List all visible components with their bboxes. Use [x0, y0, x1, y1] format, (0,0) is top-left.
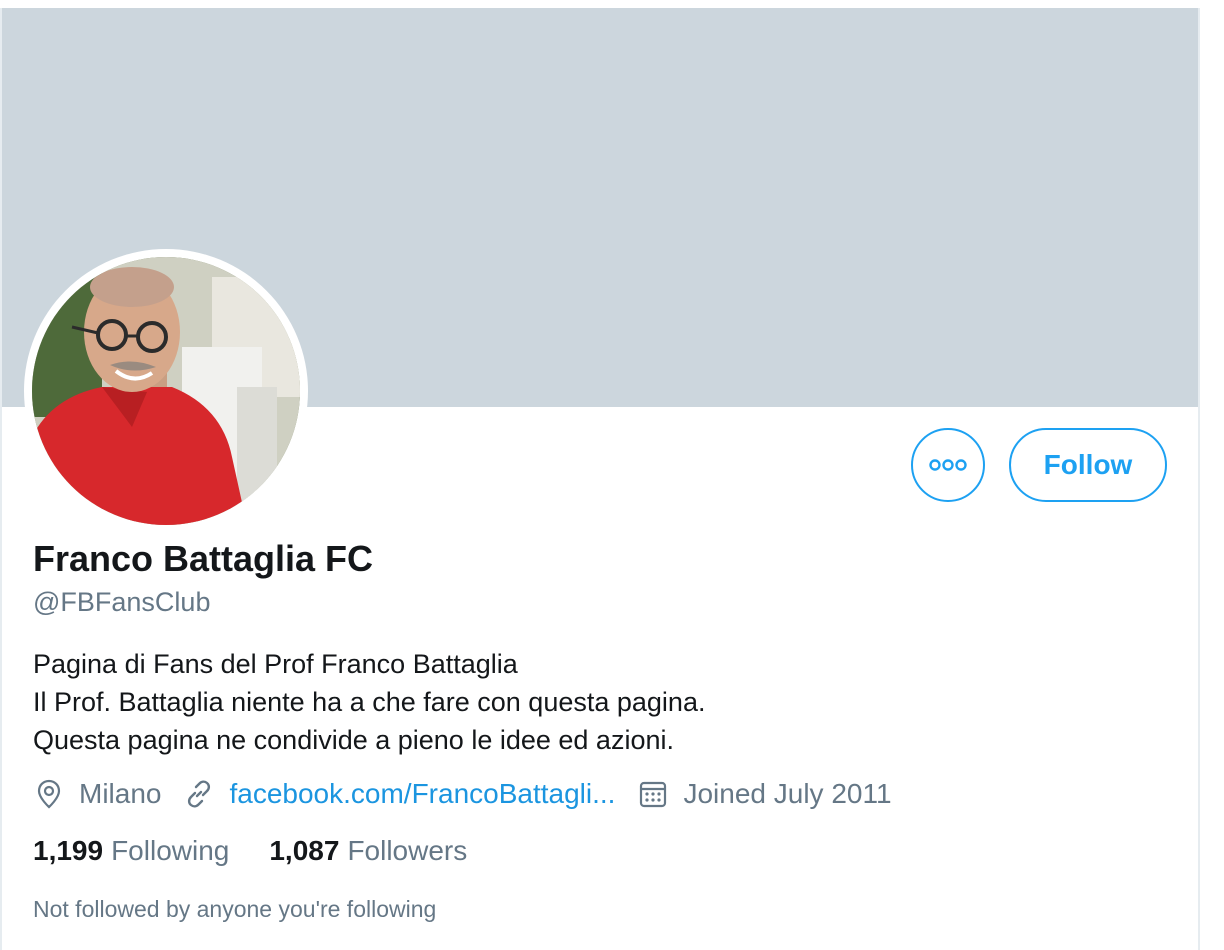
link-icon: [188, 780, 211, 808]
website-item: facebook.com/FrancoBattagli...: [183, 778, 615, 810]
profile-bio: Pagina di Fans del Prof Franco Battaglia…: [33, 645, 705, 759]
follow-button-label: Follow: [1043, 449, 1133, 480]
location-item: Milano: [33, 778, 161, 810]
joined-item: Joined July 2011: [637, 778, 892, 810]
profile-meta: Milano facebook.com/FrancoBattagli... Jo…: [33, 774, 914, 814]
follow-button[interactable]: Follow: [1009, 428, 1167, 502]
bio-line: Pagina di Fans del Prof Franco Battaglia: [33, 649, 518, 679]
followers-count: 1,087: [269, 835, 340, 866]
following-count: 1,199: [33, 835, 104, 866]
following-stat[interactable]: 1,199 Following: [33, 835, 229, 867]
display-name: Franco Battaglia FC: [33, 538, 374, 579]
profile-avatar[interactable]: [24, 249, 308, 533]
profile-page: Follow Franco Battaglia FC @FBFansClub P…: [0, 0, 1224, 950]
website-link[interactable]: facebook.com/FrancoBattagli...: [229, 778, 615, 810]
bio-line: Il Prof. Battaglia niente ha a che fare …: [33, 687, 706, 717]
more-horizontal-icon: [929, 459, 967, 471]
followers-label: Followers: [347, 835, 468, 866]
calendar-icon: [640, 781, 667, 808]
user-handle: @FBFansClub: [33, 587, 211, 617]
bio-line: Questa pagina ne condivide a pieno le id…: [33, 725, 674, 755]
followed-by-notice: Not followed by anyone you're following: [33, 896, 437, 922]
location-pin-icon: [37, 779, 61, 809]
location-text: Milano: [79, 778, 162, 809]
column-border-right: [1198, 8, 1200, 950]
top-strip: [0, 0, 1224, 8]
following-label: Following: [111, 835, 230, 866]
follow-stats: 1,199 Following 1,087 Followers: [33, 835, 507, 867]
followers-stat[interactable]: 1,087 Followers: [269, 835, 467, 867]
avatar-image: [32, 257, 300, 525]
avatar-photo: [32, 257, 300, 525]
more-options-button[interactable]: [911, 428, 985, 502]
joined-date: Joined July 2011: [683, 778, 892, 809]
